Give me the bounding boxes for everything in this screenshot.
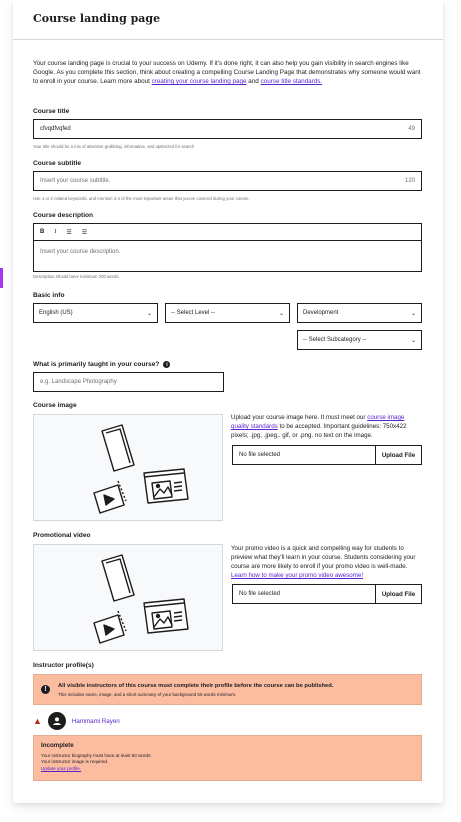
chevron-down-icon: ⌄ [146, 310, 152, 317]
alert-icon: ! [41, 685, 50, 694]
language-value: English (US) [39, 310, 73, 316]
intro-text-and: and [248, 78, 259, 85]
course-subtitle-label: Course subtitle [33, 160, 81, 167]
primarily-taught-label: What is primarily taught in your course?… [33, 361, 171, 368]
primarily-taught-placeholder: e.g. Landscape Photography [40, 379, 117, 385]
user-icon [53, 717, 61, 725]
course-image-guidelines: Upload your course image here. It must m… [231, 413, 423, 440]
course-image-label: Course image [33, 402, 77, 409]
instructor-alert-title: All visible instructors of this course m… [58, 682, 334, 689]
editor-toolbar: B I ☰ ☰ [34, 224, 421, 241]
bullet-list-icon[interactable]: ☰ [82, 229, 87, 236]
instructor-row: ▲ Hammami Rayen [33, 712, 120, 730]
instructor-alert-content: All visible instructors of this course m… [58, 683, 333, 697]
description-editor[interactable]: B I ☰ ☰ Insert your course description. [33, 223, 422, 272]
instructor-alert-banner: ! All visible instructors of this course… [33, 674, 422, 705]
course-image-preview [33, 414, 223, 521]
primarily-taught-label-text: What is primarily taught in your course? [33, 361, 160, 368]
course-title-input[interactable]: cfvqdfvqfed 49 [33, 119, 422, 139]
promo-video-description: Your promo video is a quick and compelli… [231, 544, 423, 580]
primarily-taught-input[interactable]: e.g. Landscape Photography [33, 372, 224, 392]
subcategory-select[interactable]: -- Select Subcategory -- ⌄ [297, 330, 422, 350]
chevron-down-icon: ⌄ [410, 310, 416, 317]
instructor-alert-text: This includes name, image, and a short s… [58, 691, 237, 697]
course-description-label: Course description [33, 212, 94, 219]
promo-video-description-text: Your promo video is a quick and compelli… [231, 545, 416, 570]
course-title-label: Course title [33, 108, 70, 115]
subcategory-value: -- Select Subcategory -- [303, 337, 367, 343]
italic-button[interactable]: I [54, 229, 56, 235]
language-select[interactable]: English (US) ⌄ [33, 303, 158, 323]
course-subtitle-input[interactable]: Insert your course subtitle. 120 [33, 171, 422, 191]
course-title-char-count: 49 [408, 126, 415, 132]
avatar[interactable] [47, 712, 66, 730]
promo-video-upload[interactable]: No file selected Upload File [232, 584, 422, 604]
level-select[interactable]: -- Select Level -- ⌄ [165, 303, 290, 323]
promo-video-upload-button[interactable]: Upload File [376, 585, 421, 603]
course-subtitle-hint: Use 1 or 2 related keywords, and mention… [33, 196, 250, 201]
ordered-list-icon[interactable]: ☰ [66, 229, 71, 236]
incomplete-profile-banner: Incomplete Your instructor biography mus… [33, 735, 422, 781]
info-icon[interactable]: i [163, 361, 171, 368]
warning-triangle-icon: ▲ [33, 715, 42, 726]
description-textarea[interactable]: Insert your course description. [34, 241, 421, 271]
category-select[interactable]: Development ⌄ [297, 303, 422, 323]
chevron-down-icon: ⌄ [410, 337, 416, 344]
course-image-guidelines-intro: Upload your course image here. It must m… [231, 414, 366, 421]
course-title-hint: Your title should be a mix of attention-… [33, 144, 195, 149]
basic-info-label: Basic info [33, 292, 65, 299]
card-header: Course landing page [13, 0, 443, 40]
category-value: Development [303, 310, 339, 316]
promo-video-preview [33, 544, 223, 651]
course-image-upload-button[interactable]: Upload File [376, 446, 421, 464]
course-subtitle-placeholder: Insert your course subtitle. [40, 178, 111, 184]
placeholder-illustration-icon [93, 554, 189, 644]
instructor-name-link[interactable]: Hammami Rayen [72, 718, 120, 725]
course-title-value: cfvqdfvqfed [40, 126, 71, 132]
promo-video-label: Promotional video [33, 532, 91, 539]
level-value: -- Select Level -- [171, 310, 216, 316]
course-image-upload[interactable]: No file selected Upload File [232, 445, 422, 465]
placeholder-illustration-icon [93, 424, 189, 514]
landing-page-card: Course landing page Your course landing … [13, 0, 443, 803]
instructor-profiles-label: Instructor profile(s) [33, 662, 94, 669]
incomplete-title: Incomplete [41, 742, 74, 749]
chevron-down-icon: ⌄ [278, 310, 284, 317]
title-standards-link[interactable]: course title standards. [261, 78, 323, 85]
intro-text: Your course landing page is crucial to y… [33, 59, 425, 86]
promo-video-howto-link[interactable]: Learn how to make your promo video aweso… [231, 572, 363, 579]
page-title: Course landing page [33, 12, 161, 25]
update-profile-link[interactable]: Update your profile. [41, 766, 414, 772]
promo-video-file-name: No file selected [233, 585, 376, 603]
landing-page-link[interactable]: creating your course landing page [152, 78, 247, 85]
active-section-indicator [0, 268, 3, 288]
course-image-file-name: No file selected [233, 446, 376, 464]
course-subtitle-char-count: 120 [404, 178, 415, 184]
bold-button[interactable]: B [40, 229, 44, 235]
course-description-hint: Description should have minimum 200 word… [33, 274, 120, 279]
